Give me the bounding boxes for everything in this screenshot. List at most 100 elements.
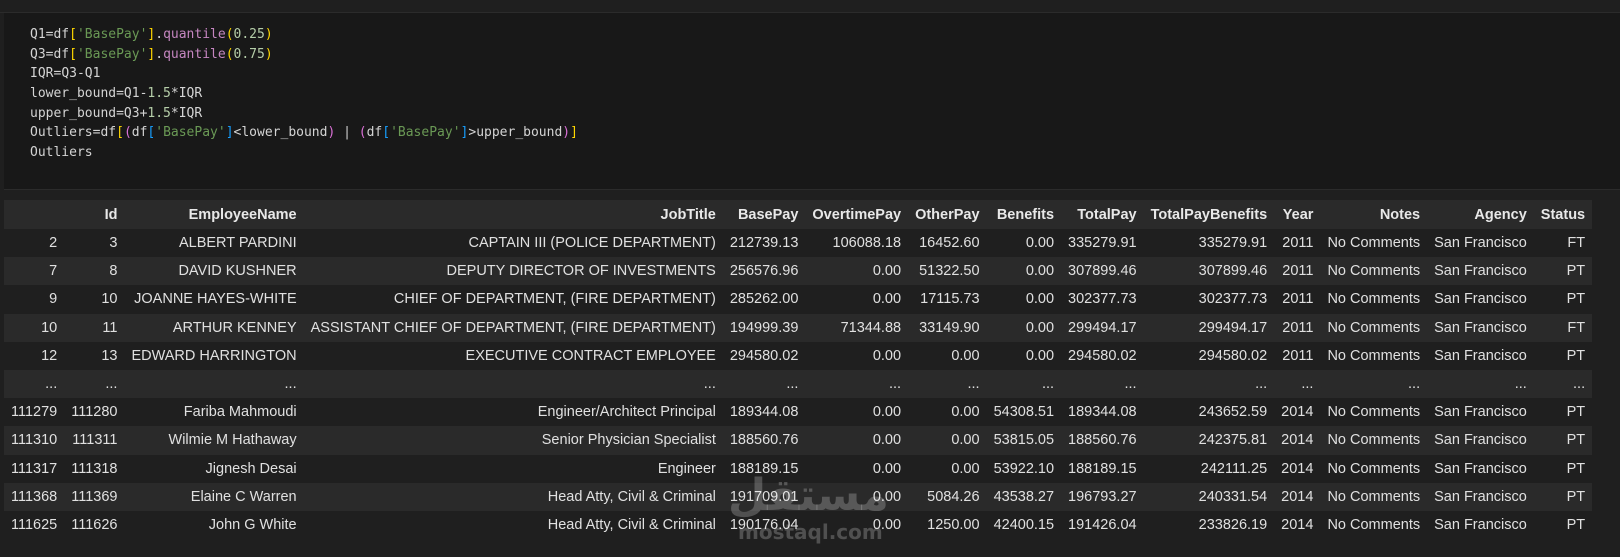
code-token: 'BasePay': [390, 125, 461, 141]
column-header: OvertimePay: [805, 200, 909, 229]
table-cell: 243652.59: [1143, 398, 1275, 427]
table-cell: 0.00: [805, 285, 909, 314]
code-token: ): [562, 125, 571, 141]
code-token: upper_bound: [30, 105, 117, 121]
row-index-cell: 111279: [4, 398, 65, 427]
table-cell: ...: [1274, 369, 1321, 399]
table-row: 12 13 EDWARD HARRINGTON EXECUTIVE CONTRACT …: [4, 341, 1593, 370]
code-token: (: [225, 46, 234, 62]
table-cell: 188189.15: [722, 454, 806, 483]
code-token: lower_bound: [30, 86, 117, 102]
table-cell: San Francisco: [1427, 398, 1534, 427]
row-index-cell: ...: [4, 369, 65, 399]
column-header: TotalPayBenefits: [1143, 200, 1275, 229]
table-cell: Wilmie M Hathaway: [124, 426, 304, 455]
table-cell: San Francisco: [1427, 482, 1534, 511]
code-cell[interactable]: Q1=df['BasePay'].quantile(0.25) Q3=df['Ba…: [4, 13, 1620, 190]
code-token: Q3: [30, 46, 46, 62]
table-cell: 0.00: [805, 454, 909, 483]
table-cell: 2011: [1274, 313, 1321, 342]
code-token: Outliers: [30, 145, 93, 161]
code-token: Outliers: [30, 125, 93, 141]
table-cell: 2014: [1274, 426, 1321, 455]
table-cell: 2011: [1274, 285, 1321, 314]
table-cell: 11: [64, 313, 125, 342]
table-row: 7 8 DAVID KUSHNER DEPUTY DIRECTOR OF INVEST…: [4, 257, 1593, 286]
code-token: Q3: [61, 66, 77, 82]
table-cell: EDWARD HARRINGTON: [124, 341, 304, 370]
table-cell: 242375.81: [1143, 426, 1275, 455]
table-cell: 0.00: [908, 426, 987, 455]
table-cell: 3: [64, 229, 125, 258]
code-token: IQR: [178, 105, 203, 121]
table-cell: 196793.27: [1061, 482, 1144, 511]
column-header: Agency: [1427, 200, 1534, 229]
code-line: Q3=df['BasePay'].quantile(0.75): [30, 45, 578, 65]
table-cell: Head Atty, Civil & Criminal: [303, 510, 723, 540]
table-cell: 8: [64, 257, 125, 286]
row-index-cell: 111368: [4, 482, 65, 511]
table-cell: PT: [1533, 482, 1593, 511]
table-cell: PT: [1533, 257, 1593, 286]
table-cell: PT: [1533, 285, 1593, 314]
table-cell: 0.00: [805, 398, 909, 427]
row-index-cell: 7: [4, 257, 65, 286]
row-index-cell: 10: [4, 313, 65, 342]
code-token: *: [170, 105, 179, 121]
table-cell: 0.00: [986, 285, 1062, 314]
column-header: EmployeeName: [124, 200, 304, 229]
table-cell: 256576.96: [722, 257, 806, 286]
code-token: 'BasePay': [155, 125, 226, 141]
code-line: lower_bound=Q1-1.5*IQR: [30, 84, 578, 104]
row-index-cell: 12: [4, 341, 65, 370]
index-header: [4, 200, 65, 229]
code-token: =: [116, 86, 124, 102]
table-row: 111310 111311 Wilmie M Hathaway Senior Phys…: [4, 426, 1593, 455]
table-cell: 2014: [1274, 398, 1321, 427]
code-token: df: [53, 27, 70, 42]
table-cell: 0.00: [986, 313, 1062, 342]
table-cell: 42400.15: [986, 510, 1062, 540]
table-cell: 335279.91: [1061, 229, 1144, 258]
table-cell: 0.00: [986, 257, 1062, 286]
table-cell: San Francisco: [1427, 257, 1534, 286]
code-token: *: [170, 86, 179, 102]
table-cell: ...: [1143, 369, 1275, 399]
table-cell: 0.00: [805, 482, 909, 511]
column-header: Benefits: [986, 200, 1062, 229]
code-token: quantile: [163, 27, 226, 42]
table-cell: PT: [1533, 398, 1593, 427]
column-header: TotalPay: [1061, 200, 1144, 229]
table-row: 111368 111369 Elaine C Warren Head Atty, Ci…: [4, 482, 1593, 511]
code-token: 1.5: [147, 86, 171, 102]
column-header: Notes: [1320, 200, 1428, 229]
table-cell: ...: [1533, 369, 1593, 399]
code-editor[interactable]: Q1=df['BasePay'].quantile(0.25) Q3=df['Ba…: [30, 25, 578, 163]
code-token: Q1: [123, 86, 140, 102]
table-cell: 188189.15: [1061, 454, 1144, 483]
table-cell: San Francisco: [1427, 426, 1534, 455]
code-token: [: [382, 125, 391, 141]
table-cell: EXECUTIVE CONTRACT EMPLOYEE: [303, 341, 723, 370]
table-cell: DAVID KUSHNER: [124, 257, 304, 286]
table-cell: PT: [1533, 341, 1593, 370]
table-cell: 2011: [1274, 229, 1321, 258]
code-token: |: [335, 125, 359, 141]
table-cell: 16452.60: [908, 229, 987, 258]
code-token: Q1: [30, 27, 46, 42]
table-cell: 2014: [1274, 454, 1321, 483]
table-cell: No Comments: [1320, 398, 1428, 427]
table-cell: ...: [986, 369, 1062, 399]
table-cell: 189344.08: [722, 398, 806, 427]
table-cell: 233826.19: [1143, 510, 1275, 540]
table-cell: 2011: [1274, 341, 1321, 370]
table-cell: John G White: [124, 510, 304, 540]
table-cell: 302377.73: [1061, 285, 1144, 314]
code-token: Q3: [123, 105, 140, 121]
column-header: JobTitle: [303, 200, 723, 229]
code-token: (: [358, 125, 367, 141]
table-cell: San Francisco: [1427, 510, 1534, 540]
code-token: ): [264, 27, 273, 42]
table-cell: 188560.76: [1061, 426, 1144, 455]
table-cell: 212739.13: [722, 229, 806, 258]
